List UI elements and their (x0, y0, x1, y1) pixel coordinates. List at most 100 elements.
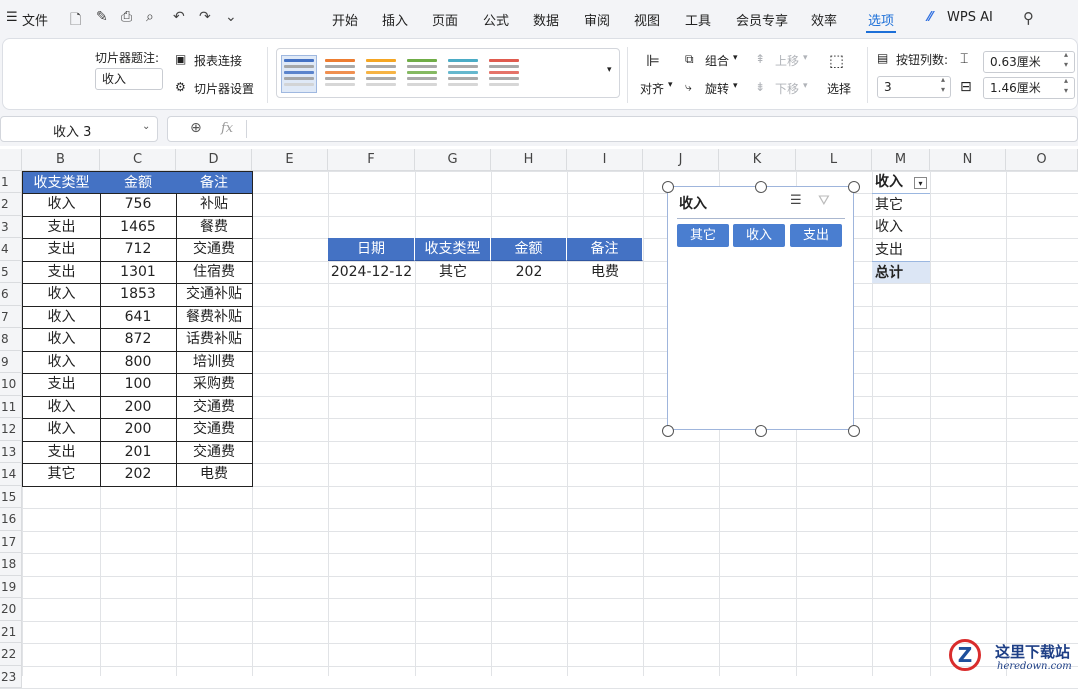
table-cell[interactable]: 其它 (22, 463, 101, 487)
column-header[interactable]: H (491, 149, 567, 171)
tab-page[interactable]: 页面 (432, 10, 458, 29)
tab-review[interactable]: 审阅 (584, 10, 610, 29)
rotate-button[interactable]: 旋转 (705, 80, 729, 97)
tab-member[interactable]: 会员专享 (736, 10, 788, 29)
table-cell[interactable]: 202 (491, 261, 567, 283)
tab-efficiency[interactable]: 效率 (811, 10, 837, 29)
row-header[interactable]: 7 (0, 306, 22, 328)
table-cell[interactable]: 话费补贴 (176, 328, 253, 352)
column-header[interactable]: C (100, 149, 176, 171)
zoom-icon[interactable]: ⊕ (190, 120, 202, 136)
table-cell[interactable]: 采购费 (176, 373, 253, 397)
resize-handle[interactable] (848, 181, 860, 193)
wps-ai-icon[interactable]: ⁄⁄ (928, 10, 932, 25)
stepper-down-icon[interactable]: ▾ (941, 85, 945, 94)
slicer-button[interactable]: 其它 (677, 224, 729, 247)
row-header[interactable]: 19 (0, 576, 22, 598)
file-menu[interactable]: 文件 (22, 10, 48, 29)
table-header-cell[interactable]: 收支类型 (415, 238, 491, 261)
row-header[interactable]: 8 (0, 328, 22, 351)
tab-options[interactable]: 选项 (868, 10, 894, 29)
table-cell[interactable]: 餐费补贴 (176, 306, 253, 329)
table-cell[interactable]: 641 (100, 306, 177, 329)
column-header[interactable]: E (252, 149, 328, 171)
tab-home[interactable]: 开始 (332, 10, 358, 29)
row-header[interactable]: 18 (0, 553, 22, 576)
table-cell[interactable]: 交通补贴 (176, 283, 253, 307)
select-all-corner[interactable] (0, 149, 22, 171)
table-cell[interactable]: 餐费 (176, 216, 253, 239)
row-header[interactable]: 5 (0, 261, 22, 283)
table-cell[interactable]: 201 (100, 441, 177, 464)
table-cell[interactable]: 电费 (567, 261, 643, 283)
selection-pane-button[interactable]: 选择 (827, 80, 851, 97)
table-cell[interactable]: 1853 (100, 283, 177, 307)
align-button[interactable]: 对齐 (640, 80, 664, 97)
hamburger-icon[interactable]: ☰ (6, 10, 18, 25)
table-cell[interactable]: 支出 (22, 216, 101, 239)
table-cell[interactable]: 收入 (22, 351, 101, 374)
table-cell[interactable]: 收入 (22, 418, 101, 442)
table-header-cell[interactable]: 金额 (491, 238, 567, 261)
row-header[interactable]: 6 (0, 283, 22, 306)
row-header[interactable]: 23 (0, 666, 22, 688)
table-cell[interactable]: 支出 (22, 261, 101, 284)
table-cell[interactable]: 2024-12-12 (328, 261, 415, 283)
report-connections-button[interactable]: 报表连接 (194, 52, 242, 69)
row-header[interactable]: 9 (0, 351, 22, 373)
table-cell[interactable]: 支出 (22, 441, 101, 464)
table-cell[interactable]: 交通费 (176, 418, 253, 442)
clear-filter-icon[interactable]: ⛛ (818, 193, 830, 209)
table-cell[interactable]: 200 (100, 396, 177, 419)
slicer-style-thumb[interactable] (487, 56, 521, 92)
column-header[interactable]: N (930, 149, 1006, 171)
stepper-up-icon[interactable]: ▴ (941, 75, 945, 84)
row-header[interactable]: 4 (0, 238, 22, 261)
column-header[interactable]: L (796, 149, 872, 171)
row-header[interactable]: 3 (0, 216, 22, 238)
row-header[interactable]: 14 (0, 463, 22, 486)
undo-icon[interactable]: ↶ (173, 9, 185, 25)
table-cell[interactable]: 收入 (22, 306, 101, 329)
wps-ai-button[interactable]: WPS AI (947, 10, 993, 25)
table-cell[interactable]: 收入 (22, 396, 101, 419)
slicer-style-thumb[interactable] (405, 56, 439, 92)
table-cell[interactable]: 712 (100, 238, 177, 262)
table-cell[interactable]: 202 (100, 463, 177, 487)
tab-view[interactable]: 视图 (634, 10, 660, 29)
column-header[interactable]: F (328, 149, 415, 171)
table-cell[interactable]: 收入 (22, 193, 101, 217)
formula-input[interactable]: ⊕ fx (167, 116, 1078, 142)
row-header[interactable]: 22 (0, 643, 22, 666)
stepper-down-icon[interactable]: ▾ (1064, 60, 1068, 69)
fx-icon[interactable]: fx (221, 121, 233, 136)
name-box[interactable]: 收入 3 ⌄ (0, 116, 158, 142)
table-cell[interactable]: 收入 (22, 328, 101, 352)
column-header[interactable]: D (176, 149, 252, 171)
resize-handle[interactable] (755, 425, 767, 437)
row-header[interactable]: 17 (0, 531, 22, 553)
row-header[interactable]: 2 (0, 193, 22, 216)
column-header[interactable]: B (22, 149, 100, 171)
column-header[interactable]: I (567, 149, 643, 171)
table-cell[interactable]: 1301 (100, 261, 177, 284)
table-cell[interactable]: 200 (100, 418, 177, 442)
table-cell[interactable]: 培训费 (176, 351, 253, 374)
row-header[interactable]: 11 (0, 396, 22, 418)
redo-icon[interactable]: ↷ (199, 9, 211, 25)
table-header-cell[interactable]: 金额 (100, 171, 177, 194)
row-header[interactable]: 16 (0, 508, 22, 531)
table-header-cell[interactable]: 备注 (567, 238, 643, 261)
table-cell[interactable]: 交通费 (176, 238, 253, 262)
table-cell[interactable]: 交通费 (176, 441, 253, 464)
row-header[interactable]: 20 (0, 598, 22, 621)
button-columns-input[interactable]: 3 (877, 76, 951, 98)
table-header-cell[interactable]: 日期 (328, 238, 415, 261)
format-painter-icon[interactable]: ✎ (96, 9, 108, 25)
button-height-input[interactable]: 1.46厘米 (983, 77, 1075, 99)
slicer-style-thumb[interactable] (323, 56, 357, 92)
save-icon[interactable]: 🗋 (70, 9, 81, 33)
slicer-caption-input[interactable]: 收入 (95, 68, 163, 90)
print-preview-icon[interactable]: ⌕ (146, 9, 154, 25)
resize-handle[interactable] (848, 425, 860, 437)
